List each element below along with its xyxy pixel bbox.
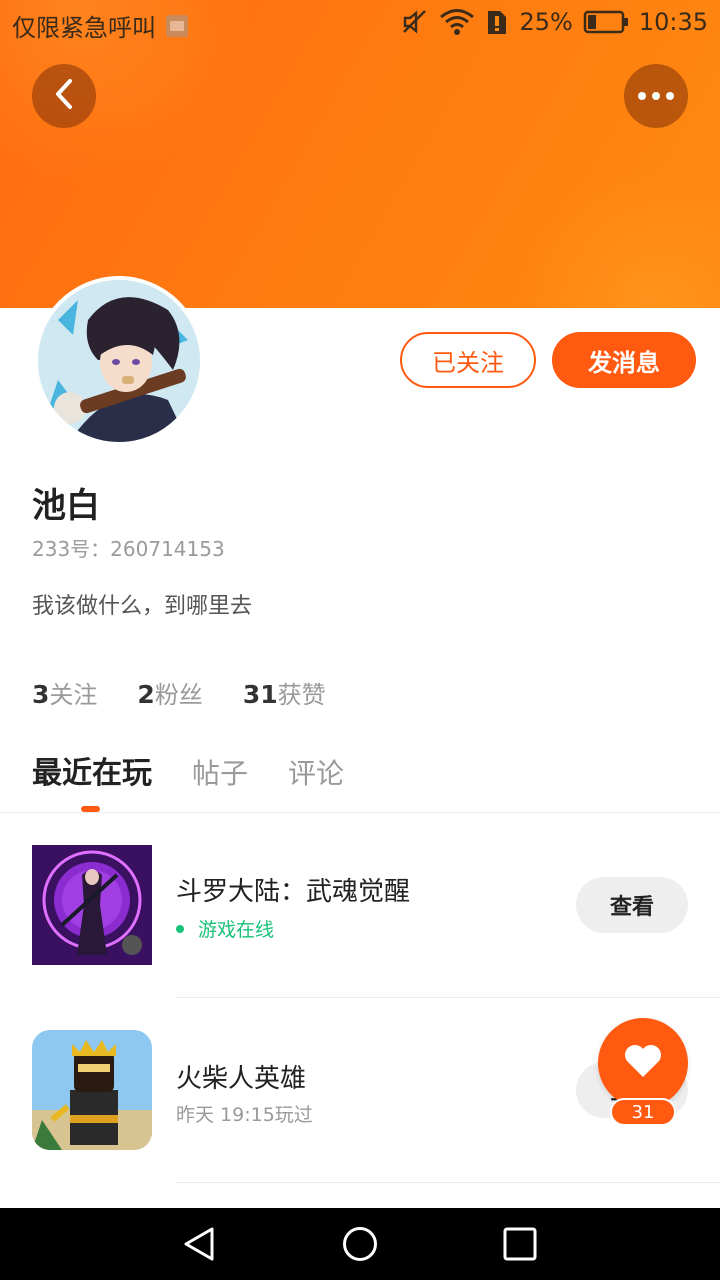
- profile-tabs: 最近在玩 帖子 评论: [32, 748, 344, 792]
- tab-recently-played[interactable]: 最近在玩: [32, 748, 152, 792]
- profile-stats: 3关注 2粉丝 31获赞: [32, 675, 326, 710]
- stat-label: 获赞: [277, 681, 326, 709]
- chevron-left-icon: [51, 77, 77, 115]
- stat-following[interactable]: 3关注: [32, 675, 97, 710]
- game-status: 游戏在线: [176, 915, 274, 942]
- carrier-text: 仅限紧急呼叫: [12, 14, 156, 42]
- stat-likes[interactable]: 31获赞: [243, 675, 326, 710]
- stat-label: 关注: [49, 681, 98, 709]
- wifi-icon: [439, 8, 475, 36]
- stat-count: 31: [242, 680, 278, 709]
- like-button[interactable]: [598, 1018, 688, 1108]
- avatar[interactable]: [34, 276, 204, 446]
- game-icon-stickman: [32, 1030, 152, 1150]
- followed-button[interactable]: 已关注: [400, 332, 536, 388]
- battery-icon: [583, 9, 629, 35]
- like-count-badge: 31: [610, 1098, 676, 1126]
- status-bar: 仅限紧急呼叫 25% 10:35: [0, 0, 720, 50]
- nav-home-icon[interactable]: [342, 1226, 378, 1262]
- game-icon-douluo: [32, 845, 152, 965]
- game-title: 火柴人英雄: [176, 1064, 307, 1094]
- online-dot-icon: [176, 924, 184, 933]
- user-bio: 我该做什么，到哪里去: [32, 594, 253, 619]
- more-options-button[interactable]: [624, 64, 688, 128]
- battery-percent: 25%: [519, 8, 573, 36]
- list-item[interactable]: 斗罗大陆：武魂觉醒 游戏在线 查看: [0, 813, 720, 998]
- profile-page: 仅限紧急呼叫 25% 10:35 已关注 发消息 池白 233号：2607141…: [0, 0, 720, 1280]
- mute-icon: [401, 8, 429, 36]
- tab-posts[interactable]: 帖子: [192, 752, 248, 792]
- sim-alert-icon: [485, 8, 509, 36]
- tab-comments[interactable]: 评论: [288, 752, 344, 792]
- nav-back-icon[interactable]: [182, 1226, 218, 1262]
- list-divider: [176, 1182, 720, 1183]
- heart-icon: [623, 1043, 663, 1083]
- send-message-button[interactable]: 发消息: [552, 332, 696, 388]
- stat-label: 粉丝: [154, 681, 203, 709]
- game-last-played: 昨天 19:15玩过: [176, 1104, 313, 1126]
- view-game-button[interactable]: 查看: [576, 877, 688, 933]
- system-nav-bar: [0, 1208, 720, 1280]
- back-button[interactable]: [32, 64, 96, 128]
- profile-name: 池白: [32, 486, 100, 526]
- user-id: 233号：260714153: [32, 537, 225, 561]
- stat-count: 2: [137, 680, 155, 709]
- game-title: 斗罗大陆：武魂觉醒: [176, 877, 411, 907]
- image-notification-icon: [166, 14, 188, 37]
- clock: 10:35: [638, 8, 708, 36]
- more-dots-icon: [638, 92, 674, 100]
- stat-count: 3: [32, 680, 50, 709]
- stat-fans[interactable]: 2粉丝: [137, 675, 202, 710]
- nav-recents-icon[interactable]: [502, 1226, 538, 1262]
